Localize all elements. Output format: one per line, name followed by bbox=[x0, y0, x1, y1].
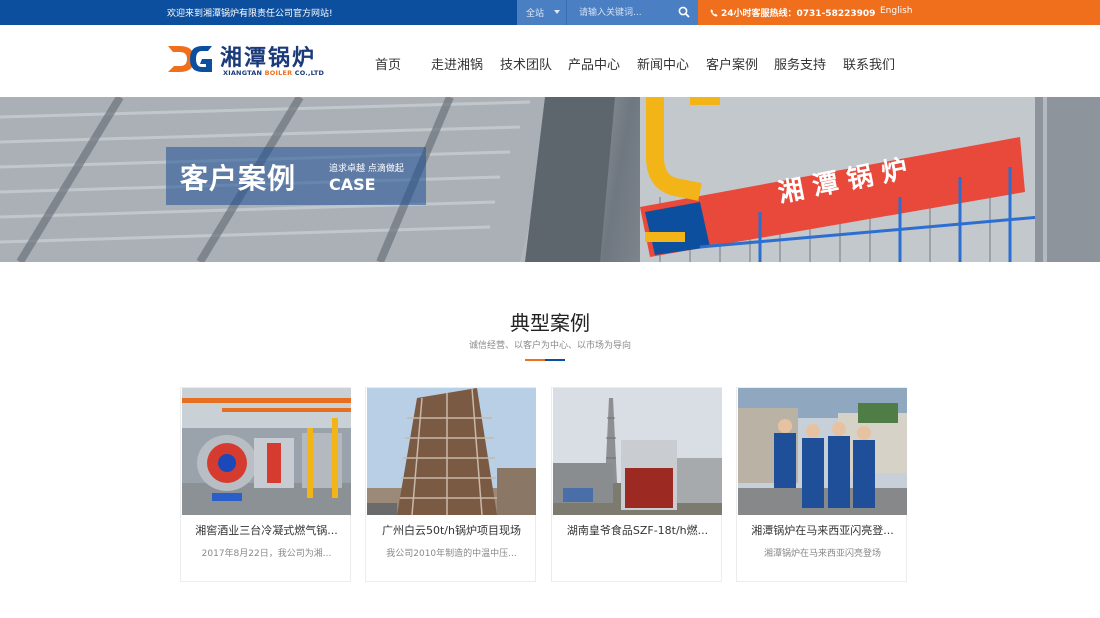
logo-en-prefix: XIANGTAN bbox=[223, 69, 265, 77]
main-nav: 首页 走进湘锅 技术团队 产品中心 新闻中心 客户案例 服务支持 联系我们 bbox=[362, 25, 903, 97]
team-photo bbox=[738, 388, 907, 515]
case-card[interactable]: 湘潭锅炉在马来西亚闪亮登... 湘潭锅炉在马来西亚闪亮登场 bbox=[736, 387, 907, 582]
banner-caption: 客户案例 追求卓越 点滴做起 CASE bbox=[166, 147, 426, 205]
search-scope-label: 全站 bbox=[526, 9, 545, 19]
section-subtitle: 诚信经营、以客户为中心、以市场为导向 bbox=[468, 341, 631, 351]
header: 湘潭锅炉 XIANGTAN BOILER CO.,LTD 首页 走进湘锅 技术团… bbox=[0, 25, 1100, 97]
nav-item-news[interactable]: 新闻中心 bbox=[637, 25, 706, 97]
factory-chimney-photo bbox=[553, 388, 722, 515]
logo-en-suffix: CO.,LTD bbox=[292, 69, 325, 77]
logo-mark-icon bbox=[168, 46, 212, 72]
nav-item-products[interactable]: 产品中心 bbox=[568, 25, 637, 97]
case-card[interactable]: 湖南皇爷食品SZF-18t/h燃... bbox=[551, 387, 722, 582]
top-bar: 欢迎来到湘潭锅炉有限责任公司官方网站! 全站 24小时客服热线：0731-582… bbox=[0, 0, 1100, 25]
case-image-boiler-room[interactable] bbox=[182, 388, 351, 515]
page-banner: 湘 潭 锅 炉 客户案例 追求卓越 点滴做起 CASE bbox=[0, 97, 1100, 262]
divider-blue bbox=[545, 359, 565, 361]
case-title[interactable]: 湘窖酒业三台冷凝式燃气锅... bbox=[189, 522, 344, 538]
hotline: 24小时客服热线：0731-58223909 bbox=[710, 6, 875, 19]
chevron-down-icon bbox=[554, 10, 560, 14]
case-card[interactable]: 广州白云50t/h锅炉项目现场 我公司2010年制造的中温中压... bbox=[365, 387, 536, 582]
nav-item-about[interactable]: 走进湘锅 bbox=[431, 25, 500, 97]
boiler-room-photo bbox=[182, 388, 351, 515]
logo-chinese-name: 湘潭锅炉 bbox=[220, 45, 317, 71]
section-title: 典型案例 bbox=[510, 311, 590, 335]
company-logo[interactable]: 湘潭锅炉 XIANGTAN BOILER CO.,LTD bbox=[166, 39, 326, 83]
phone-icon bbox=[710, 9, 718, 17]
case-card[interactable]: 湘窖酒业三台冷凝式燃气锅... 2017年8月22日，我公司为湘... bbox=[180, 387, 351, 582]
hotline-text: 24小时客服热线：0731-58223909 bbox=[721, 9, 876, 19]
search-icon bbox=[678, 6, 690, 18]
case-title[interactable]: 湘潭锅炉在马来西亚闪亮登... bbox=[745, 522, 900, 538]
banner-title: 客户案例 bbox=[180, 162, 297, 195]
divider-orange bbox=[525, 359, 545, 361]
case-description: 2017年8月22日，我公司为湘... bbox=[201, 549, 332, 559]
boiler-tower-photo bbox=[367, 388, 536, 515]
case-image-factory[interactable] bbox=[553, 388, 722, 515]
search-bar: 全站 bbox=[517, 0, 698, 25]
top-bar-left: 欢迎来到湘潭锅炉有限责任公司官方网站! bbox=[0, 0, 517, 25]
case-title[interactable]: 广州白云50t/h锅炉项目现场 bbox=[374, 522, 529, 538]
nav-item-team[interactable]: 技术团队 bbox=[500, 25, 568, 97]
case-description: 我公司2010年制造的中温中压... bbox=[386, 549, 517, 559]
nav-item-cases[interactable]: 客户案例 bbox=[706, 25, 774, 97]
nav-item-home[interactable]: 首页 bbox=[375, 25, 431, 97]
banner-slogan: 追求卓越 点滴做起 bbox=[329, 164, 404, 174]
section-divider bbox=[525, 359, 565, 361]
logo-en-accent: BOILER bbox=[264, 69, 293, 77]
banner-background-image: 湘 潭 锅 炉 bbox=[0, 97, 1100, 262]
nav-item-service[interactable]: 服务支持 bbox=[774, 25, 843, 97]
case-description: 湘潭锅炉在马来西亚闪亮登场 bbox=[763, 549, 881, 559]
logo-english-name: XIANGTAN BOILER CO.,LTD bbox=[223, 69, 324, 77]
search-button[interactable] bbox=[671, 0, 698, 25]
language-link-english[interactable]: English bbox=[880, 6, 913, 16]
case-image-boiler-tower[interactable] bbox=[367, 388, 536, 515]
banner-title-english: CASE bbox=[329, 175, 376, 194]
search-input[interactable] bbox=[571, 0, 671, 25]
case-list: 湘窖酒业三台冷凝式燃气锅... 2017年8月22日，我公司为湘... 广州白云… bbox=[180, 387, 907, 582]
case-image-team[interactable] bbox=[738, 388, 907, 515]
nav-item-contact[interactable]: 联系我们 bbox=[843, 25, 903, 97]
top-bar-right: 24小时客服热线：0731-58223909 English bbox=[698, 0, 1100, 25]
welcome-text: 欢迎来到湘潭锅炉有限责任公司官方网站! bbox=[167, 9, 333, 19]
search-scope-select[interactable]: 全站 bbox=[517, 0, 567, 25]
case-title[interactable]: 湖南皇爷食品SZF-18t/h燃... bbox=[560, 522, 715, 538]
